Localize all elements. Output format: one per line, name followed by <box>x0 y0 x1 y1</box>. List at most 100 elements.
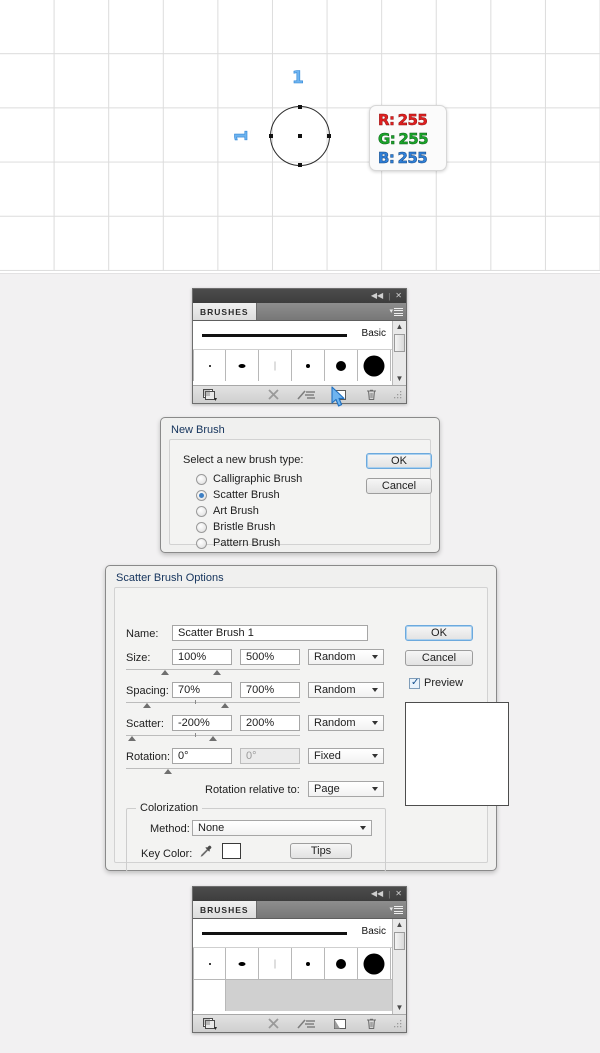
panel-menu-icon[interactable]: ▾ <box>389 306 403 318</box>
brush-circle-6[interactable] <box>358 948 391 979</box>
brush-dot-4[interactable] <box>292 350 325 381</box>
panel-menu-icon[interactable]: ▾ <box>389 904 403 916</box>
anchor-point-bottom[interactable] <box>298 163 302 167</box>
size-slider-thumb-max[interactable] <box>213 670 221 675</box>
ok-button[interactable]: OK <box>366 453 432 469</box>
basic-brush-row[interactable]: Basic <box>193 321 406 350</box>
panel-scrollbar[interactable]: ▲ ▼ <box>392 919 406 1014</box>
collapse-icon[interactable]: ◀◀ <box>371 292 383 300</box>
spacing-mode-select[interactable]: Random <box>308 682 384 698</box>
scroll-down-arrow[interactable]: ▼ <box>396 374 404 384</box>
brushes-panel-top[interactable]: ◀◀ | ✕ BRUSHES ▾ Basic ▲ ▼ <box>192 288 407 404</box>
panel-footer-toolbar[interactable] <box>193 385 406 403</box>
close-icon[interactable]: ✕ <box>395 890 402 898</box>
new-brush-icon[interactable] <box>333 1017 347 1030</box>
artboard-canvas[interactable]: 1 1 R: 255 G: 255 B: 255 <box>0 0 600 272</box>
spacing-slider-track[interactable] <box>126 702 300 703</box>
scatter-max-input[interactable]: 200% <box>240 715 300 731</box>
brush-thumbnail-grid[interactable] <box>193 350 406 381</box>
brush-line-3[interactable] <box>259 948 292 979</box>
brush-dot-1[interactable] <box>193 350 226 381</box>
radio-row-scatter[interactable]: Scatter Brush <box>196 489 302 501</box>
anchor-point-left[interactable] <box>269 134 273 138</box>
rotation-min-input[interactable]: 0° <box>172 748 232 764</box>
panel-scrollbar[interactable]: ▲ ▼ <box>392 321 406 385</box>
brush-dot-1[interactable] <box>193 948 226 979</box>
radio-bristle-brush[interactable] <box>196 521 207 533</box>
basic-brush-row[interactable]: Basic <box>193 919 406 948</box>
rotation-slider-track[interactable] <box>126 768 300 769</box>
brush-type-radio-group[interactable]: Calligraphic Brush Scatter Brush Art Bru… <box>196 473 302 553</box>
anchor-point-right[interactable] <box>327 134 331 138</box>
new-brush-dialog[interactable]: New Brush Select a new brush type: Calli… <box>160 417 440 553</box>
size-min-input[interactable]: 100% <box>172 649 232 665</box>
radio-row-pattern[interactable]: Pattern Brush <box>196 537 302 549</box>
tab-brushes[interactable]: BRUSHES <box>193 901 257 918</box>
scatter-mode-select[interactable]: Random <box>308 715 384 731</box>
scroll-thumb[interactable] <box>394 334 405 352</box>
tab-brushes[interactable]: BRUSHES <box>193 303 257 320</box>
rotation-mode-select[interactable]: Fixed <box>308 748 384 764</box>
brushes-panel-bottom[interactable]: ◀◀ | ✕ BRUSHES ▾ Basic ▲ ▼ <box>192 886 407 1033</box>
resize-grip-icon[interactable] <box>394 391 402 399</box>
brush-options-icon[interactable] <box>297 388 317 401</box>
key-color-swatch[interactable] <box>222 843 241 859</box>
scatter-slider-thumb-min[interactable] <box>128 736 136 741</box>
delete-brush-icon[interactable] <box>365 388 378 401</box>
scroll-thumb[interactable] <box>394 932 405 950</box>
radio-calligraphic-brush[interactable] <box>196 473 207 485</box>
brush-thumbnail-grid[interactable] <box>193 948 406 979</box>
remove-brush-stroke-icon[interactable] <box>267 1017 280 1030</box>
brush-line-3[interactable] <box>259 350 292 381</box>
brush-libraries-icon[interactable] <box>203 1017 217 1030</box>
radio-row-bristle[interactable]: Bristle Brush <box>196 521 302 533</box>
delete-brush-icon[interactable] <box>365 1017 378 1030</box>
radio-art-brush[interactable] <box>196 505 207 517</box>
brush-circle-5[interactable] <box>325 350 358 381</box>
brush-options-icon[interactable] <box>297 1017 317 1030</box>
radio-row-art[interactable]: Art Brush <box>196 505 302 517</box>
scatter-brush-options-dialog[interactable]: Scatter Brush Options Name: Scatter Brus… <box>105 565 509 872</box>
radio-pattern-brush[interactable] <box>196 537 207 549</box>
tips-button[interactable]: Tips <box>290 843 352 859</box>
colorization-method-select[interactable]: None <box>192 820 372 836</box>
rotation-relative-select[interactable]: Page <box>308 781 384 797</box>
brush-dot-4[interactable] <box>292 948 325 979</box>
brush-circle-5[interactable] <box>325 948 358 979</box>
brush-circle-6[interactable] <box>358 350 391 381</box>
brush-blob-2[interactable] <box>226 350 259 381</box>
ellipse-shape[interactable] <box>269 105 331 167</box>
scatter-slider-thumb-max[interactable] <box>209 736 217 741</box>
preview-checkbox[interactable] <box>409 677 420 689</box>
brush-second-row[interactable] <box>193 979 406 1011</box>
remove-brush-stroke-icon[interactable] <box>267 388 280 401</box>
size-max-input[interactable]: 500% <box>240 649 300 665</box>
spacing-max-input[interactable]: 700% <box>240 682 300 698</box>
spacing-slider-thumb-max[interactable] <box>221 703 229 708</box>
resize-grip-icon[interactable] <box>394 1020 402 1028</box>
scroll-up-arrow[interactable]: ▲ <box>396 920 404 930</box>
collapse-icon[interactable]: ◀◀ <box>371 890 383 898</box>
cancel-button[interactable]: Cancel <box>366 478 432 494</box>
anchor-point-top[interactable] <box>298 105 302 109</box>
panel-footer-toolbar[interactable] <box>193 1014 406 1032</box>
brush-libraries-icon[interactable] <box>203 388 217 401</box>
close-icon[interactable]: ✕ <box>395 292 402 300</box>
radio-scatter-brush[interactable] <box>196 489 207 501</box>
preview-checkbox-row[interactable]: Preview <box>409 677 463 689</box>
brush-blob-2[interactable] <box>226 948 259 979</box>
radio-row-calligraphic[interactable]: Calligraphic Brush <box>196 473 302 485</box>
spacing-min-input[interactable]: 70% <box>172 682 232 698</box>
brush-name-input[interactable]: Scatter Brush 1 <box>172 625 368 641</box>
cancel-button[interactable]: Cancel <box>405 650 473 666</box>
scroll-down-arrow[interactable]: ▼ <box>396 1003 404 1013</box>
spacing-slider-thumb-min[interactable] <box>143 703 151 708</box>
scatter-brush-1-thumbnail[interactable] <box>193 980 226 1011</box>
scatter-min-input[interactable]: -200% <box>172 715 232 731</box>
rotation-slider-thumb[interactable] <box>164 769 172 774</box>
eyedropper-icon[interactable] <box>199 844 213 858</box>
ok-button[interactable]: OK <box>405 625 473 641</box>
size-slider-thumb-min[interactable] <box>161 670 169 675</box>
scroll-up-arrow[interactable]: ▲ <box>396 322 404 332</box>
size-mode-select[interactable]: Random <box>308 649 384 665</box>
